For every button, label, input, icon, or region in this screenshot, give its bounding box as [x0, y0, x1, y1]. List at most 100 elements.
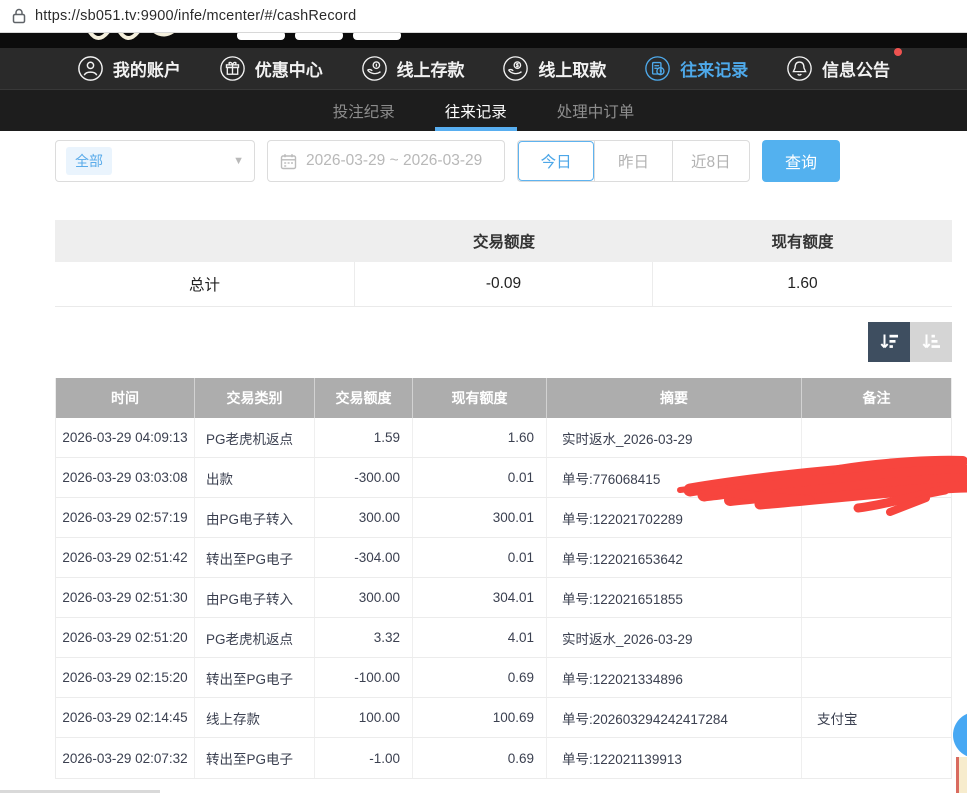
cell-transaction-amount: -100.00: [315, 658, 413, 697]
nav-item-transaction-records[interactable]: 往来记录: [644, 55, 748, 82]
cell-summary: 实时返水_2026-03-29: [547, 418, 802, 457]
subtab-label: 处理中订单: [557, 100, 635, 122]
nav-item-promotions[interactable]: 优惠中心: [219, 55, 323, 82]
cell-remark: [802, 618, 951, 657]
nav-item-my-account[interactable]: 我的账户: [77, 55, 181, 82]
cell-time: 2026-03-29 02:51:30: [56, 578, 195, 617]
cell-remark: [802, 418, 951, 457]
nav-label: 线上取款: [538, 56, 606, 81]
cell-transaction-amount: 300.00: [315, 498, 413, 537]
cell-type: 出款: [195, 458, 315, 497]
nav-item-announcements[interactable]: 信息公告: [786, 55, 890, 82]
sort-ascending-button[interactable]: [910, 322, 952, 362]
withdraw-icon: [502, 55, 529, 82]
cell-summary: 单号:202603294242417284: [547, 698, 802, 737]
sort-descending-button[interactable]: [868, 322, 910, 362]
cell-remark: [802, 738, 951, 778]
notification-dot: [894, 48, 902, 56]
subtab-label: 往来记录: [445, 100, 507, 122]
cell-transaction-amount: 100.00: [315, 698, 413, 737]
chevron-down-icon: ▼: [233, 155, 244, 167]
cell-remark: [802, 658, 951, 697]
sort-descending-icon: [877, 330, 901, 354]
table-row: 2026-03-29 02:14:45 线上存款 100.00 100.69 单…: [56, 698, 951, 738]
col-header-time: 时间: [56, 378, 195, 418]
table-row: 2026-03-29 02:51:30 由PG电子转入 300.00 304.0…: [56, 578, 951, 618]
summary-header-transaction: 交易额度: [355, 220, 653, 262]
user-icon: [77, 55, 104, 82]
cell-summary: 单号:122021139913: [547, 738, 802, 778]
cell-current-amount: 4.01: [413, 618, 547, 657]
browser-address-bar[interactable]: https://sb051.tv:9900/infe/mcenter/#/cas…: [0, 0, 967, 33]
cell-transaction-amount: -304.00: [315, 538, 413, 577]
url-text: https://sb051.tv:9900/infe/mcenter/#/cas…: [35, 8, 356, 24]
today-button[interactable]: 今日: [518, 141, 594, 181]
gift-icon: [219, 55, 246, 82]
table-row: 2026-03-29 02:07:32 转出至PG电子 -1.00 0.69 单…: [56, 738, 951, 778]
cell-time: 2026-03-29 04:09:13: [56, 418, 195, 457]
cell-transaction-amount: -1.00: [315, 738, 413, 778]
nav-item-online-deposit[interactable]: 线上存款: [361, 55, 465, 82]
record-table: 时间 交易类别 交易额度 现有额度 摘要 备注 2026-03-29 04:09…: [55, 378, 952, 779]
cell-type: 由PG电子转入: [195, 578, 315, 617]
cell-summary: 单号:776068415: [547, 458, 802, 497]
cell-type: 转出至PG电子: [195, 538, 315, 577]
summary-transaction-value: -0.09: [355, 262, 653, 306]
cell-remark: [802, 458, 951, 497]
cell-time: 2026-03-29 02:51:20: [56, 618, 195, 657]
cell-current-amount: 0.69: [413, 658, 547, 697]
cell-summary: 单号:122021702289: [547, 498, 802, 537]
cell-type: 线上存款: [195, 698, 315, 737]
cell-summary: 实时返水_2026-03-29: [547, 618, 802, 657]
cell-current-amount: 0.69: [413, 738, 547, 778]
cell-type: 转出至PG电子: [195, 738, 315, 778]
table-row: 2026-03-29 03:03:08 出款 -300.00 0.01 单号:7…: [56, 458, 951, 498]
quick-date-buttons: 今日 昨日 近8日: [517, 140, 750, 182]
chat-widget-button[interactable]: [953, 712, 967, 758]
cell-transaction-amount: 1.59: [315, 418, 413, 457]
nav-item-online-withdraw[interactable]: 线上取款: [502, 55, 606, 82]
cell-type: PG老虎机返点: [195, 418, 315, 457]
last-8-days-button[interactable]: 近8日: [672, 141, 749, 181]
tab-bet-records[interactable]: 投注纪录: [331, 90, 397, 131]
mascot-partial: [959, 757, 967, 793]
nav-label: 线上存款: [397, 56, 465, 81]
cell-remark: 支付宝: [802, 698, 951, 737]
col-header-current-amount: 现有额度: [413, 378, 547, 418]
cell-type: 转出至PG电子: [195, 658, 315, 697]
col-header-summary: 摘要: [547, 378, 802, 418]
date-range-picker[interactable]: 2026-03-29 ~ 2026-03-29: [267, 140, 505, 182]
col-header-type: 交易类别: [195, 378, 315, 418]
cell-remark: [802, 538, 951, 577]
quick-button-label: 昨日: [618, 150, 649, 172]
yesterday-button[interactable]: 昨日: [594, 141, 671, 181]
tab-pending-orders[interactable]: 处理中订单: [555, 90, 637, 131]
logo-strip: [0, 33, 967, 48]
cell-time: 2026-03-29 02:14:45: [56, 698, 195, 737]
col-header-transaction-amount: 交易额度: [315, 378, 413, 418]
selected-type-tag: 全部: [66, 147, 112, 175]
calendar-icon: [280, 153, 297, 170]
nav-label: 我的账户: [113, 56, 181, 81]
cell-summary: 单号:122021651855: [547, 578, 802, 617]
query-button[interactable]: 查询: [762, 140, 840, 182]
quick-button-label: 近8日: [691, 150, 731, 172]
cell-transaction-amount: 300.00: [315, 578, 413, 617]
subtab-label: 投注纪录: [333, 100, 395, 122]
cell-transaction-amount: -300.00: [315, 458, 413, 497]
tab-transaction-records[interactable]: 往来记录: [443, 90, 509, 131]
record-table-body: 2026-03-29 04:09:13 PG老虎机返点 1.59 1.60 实时…: [56, 418, 951, 778]
main-navigation: 我的账户 优惠中心 线上存款 线上取款 往来记录 信息公告: [0, 48, 967, 90]
date-range-text: 2026-03-29 ~ 2026-03-29: [306, 152, 482, 170]
cell-current-amount: 0.01: [413, 458, 547, 497]
cell-type: PG老虎机返点: [195, 618, 315, 657]
cell-current-amount: 304.01: [413, 578, 547, 617]
type-select[interactable]: 全部 ▼: [55, 140, 255, 182]
summary-total-label: 总计: [55, 262, 355, 306]
cell-time: 2026-03-29 02:15:20: [56, 658, 195, 697]
deposit-icon: [361, 55, 388, 82]
table-row: 2026-03-29 02:51:20 PG老虎机返点 3.32 4.01 实时…: [56, 618, 951, 658]
cell-type: 由PG电子转入: [195, 498, 315, 537]
cell-remark: [802, 578, 951, 617]
sort-ascending-icon: [919, 330, 943, 354]
